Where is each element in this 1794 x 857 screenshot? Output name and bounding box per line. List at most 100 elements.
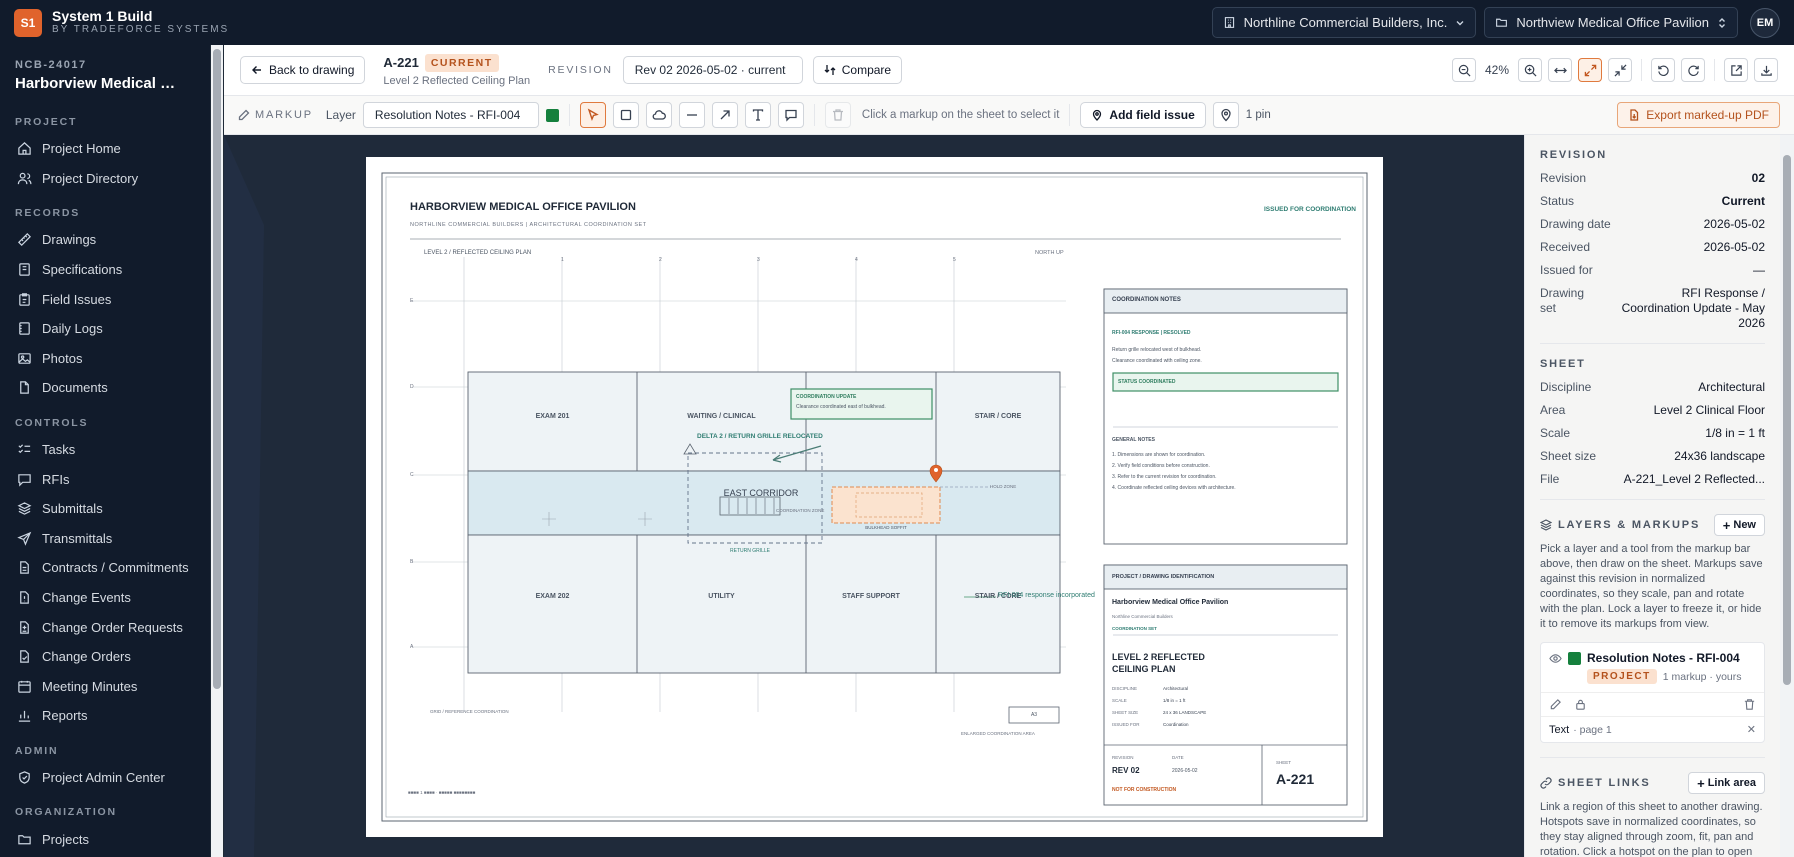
arrow-tool[interactable] <box>711 102 738 128</box>
collapse-button[interactable] <box>1608 58 1632 82</box>
delete-markup-button[interactable] <box>824 102 851 128</box>
sidebar-item-reports[interactable]: Reports <box>0 701 210 731</box>
layer-color-swatch[interactable] <box>545 108 559 122</box>
user-avatar[interactable]: EM <box>1750 7 1780 38</box>
app-subtitle: BY TRADEFORCE SYSTEMS <box>52 24 230 35</box>
line-tool[interactable] <box>678 102 705 128</box>
book-icon <box>19 263 30 276</box>
title-block-set: COORDINATION SET <box>1112 626 1157 631</box>
text-tool[interactable] <box>744 102 771 128</box>
rotate-right-button[interactable] <box>1681 58 1705 82</box>
panel-scroll-thumb[interactable] <box>1783 155 1791 685</box>
layer-select[interactable]: Resolution Notes - RFI-004 <box>362 102 539 128</box>
export-pdf-button[interactable]: Export marked-up PDF <box>1617 102 1780 128</box>
sidebar-item-label: Field Issues <box>42 291 112 307</box>
toolbar-divider <box>1641 59 1642 81</box>
sidebar-item-rfis[interactable]: RFIs <box>0 464 210 494</box>
lock-icon[interactable] <box>1574 698 1587 711</box>
sidebar-item-submittals[interactable]: Submittals <box>0 494 210 524</box>
sidebar-item-specifications[interactable]: Specifications <box>0 255 210 285</box>
rfi-text-markup[interactable]: RFI-004 response incorporated <box>998 592 1095 599</box>
grid-col-label: 2 <box>659 257 662 263</box>
revision-select[interactable]: Rev 02 2026-05-02 · current <box>622 56 803 84</box>
project-selector[interactable]: Northview Medical Office Pavilion <box>1484 7 1738 38</box>
fit-width-button[interactable] <box>1548 58 1572 82</box>
new-layer-label: New <box>1733 519 1756 531</box>
add-field-issue-button[interactable]: Add field issue <box>1080 102 1206 128</box>
plus-icon: + <box>1722 517 1731 533</box>
drawing-viewer: Back to drawing A-221 CURRENT Level 2 Re… <box>224 45 1794 857</box>
trash-icon[interactable] <box>1743 698 1756 711</box>
title-block-date-label: DATE <box>1172 755 1184 760</box>
toolbar-divider <box>1714 59 1715 81</box>
sidebar-item-drawings[interactable]: Drawings <box>0 225 210 255</box>
folder-icon <box>18 834 31 844</box>
sidebar-item-photos[interactable]: Photos <box>0 344 210 374</box>
markup-page: · page 1 <box>1573 723 1612 736</box>
drawing-date-key: Drawing date <box>1540 217 1611 231</box>
sidebar-item-projects[interactable]: Projects <box>0 824 210 854</box>
layer-markup-item[interactable]: Text · page 1 ✕ <box>1541 716 1764 742</box>
sheet-section-title: SHEET <box>1540 358 1586 370</box>
drawing-canvas[interactable]: ■■■■ 1 ■■■■ · ■■■■■ ■■■■■■■■ HARBORVIEW … <box>224 135 1524 857</box>
panel-divider <box>1540 343 1765 344</box>
company-selector[interactable]: Northline Commercial Builders, Inc. <box>1211 7 1477 38</box>
area-value: Level 2 Clinical Floor <box>1653 403 1765 417</box>
open-external-button[interactable] <box>1724 58 1748 82</box>
sidebar-item-project-admin-center[interactable]: Project Admin Center <box>0 763 210 793</box>
image-icon <box>18 353 31 364</box>
pencil-icon[interactable] <box>1549 698 1562 711</box>
sidebar-item-documents[interactable]: Documents <box>0 373 210 403</box>
link-icon <box>1540 777 1552 789</box>
select-tool[interactable] <box>579 102 606 128</box>
general-note: 3. Refer to the current revision for coo… <box>1112 474 1217 480</box>
top-bar: S1 System 1 Build BY TRADEFORCE SYSTEMS … <box>0 0 1794 45</box>
sidebar-item-daily-logs[interactable]: Daily Logs <box>0 314 210 344</box>
rotate-left-button[interactable] <box>1651 58 1675 82</box>
links-title-text: SHEET LINKS <box>1558 777 1651 789</box>
app-logo[interactable]: S1 <box>14 8 42 37</box>
fit-page-button[interactable] <box>1578 58 1602 82</box>
scale-value: 1/8 in = 1 ft <box>1705 426 1765 440</box>
close-icon[interactable]: ✕ <box>1747 723 1756 736</box>
sidebar-item-contracts[interactable]: Contracts / Commitments <box>0 553 210 583</box>
layer-card[interactable]: Resolution Notes - RFI-004 PROJECT 1 mar… <box>1540 642 1765 743</box>
zoom-in-button[interactable] <box>1518 58 1542 82</box>
sidebar-scrollbar[interactable] <box>211 45 223 857</box>
sidebar-item-meeting-minutes[interactable]: Meeting Minutes <box>0 672 210 702</box>
callout-tool[interactable] <box>777 102 804 128</box>
sidebar-section-controls: CONTROLS <box>15 416 89 429</box>
status-row: Status Current <box>1540 190 1765 213</box>
cloud-tool[interactable] <box>645 102 672 128</box>
sidebar-item-transmittals[interactable]: Transmittals <box>0 524 210 554</box>
sidebar-scroll-thumb[interactable] <box>213 49 221 689</box>
panel-scrollbar[interactable] <box>1780 135 1794 857</box>
sidebar-item-label: Meeting Minutes <box>42 678 138 694</box>
ruler-icon <box>18 233 31 247</box>
eye-icon[interactable] <box>1549 652 1562 665</box>
sidebar-item-change-events[interactable]: Change Events <box>0 583 210 613</box>
zoom-out-button[interactable] <box>1452 58 1476 82</box>
sidebar-item-tasks[interactable]: Tasks <box>0 435 210 465</box>
sidebar-item-project-directory[interactable]: Project Directory <box>0 164 210 194</box>
link-area-button[interactable]: + Link area <box>1688 772 1765 794</box>
send-icon <box>17 531 32 546</box>
rectangle-tool[interactable] <box>612 102 639 128</box>
minus-icon <box>686 114 697 116</box>
sidebar-item-project-home[interactable]: Project Home <box>0 134 210 164</box>
file-value[interactable]: A-221_Level 2 Reflected... <box>1624 472 1765 487</box>
sidebar-item-field-issues[interactable]: Field Issues <box>0 284 210 314</box>
compare-label: Compare <box>841 63 892 77</box>
title-block-header: PROJECT / DRAWING IDENTIFICATION <box>1112 574 1215 580</box>
sidebar-item-change-order-requests[interactable]: Change Order Requests <box>0 612 210 642</box>
chevron-updown-icon <box>1719 17 1725 28</box>
drawing-set-key: Drawing set <box>1540 286 1585 315</box>
building-icon <box>1224 17 1234 28</box>
sidebar-item-change-orders[interactable]: Change Orders <box>0 642 210 672</box>
new-layer-button[interactable]: + New <box>1713 514 1765 536</box>
pin-visibility-toggle[interactable] <box>1212 102 1239 128</box>
compare-button[interactable]: Compare <box>812 56 903 84</box>
download-button[interactable] <box>1754 58 1778 82</box>
back-to-drawing-button[interactable]: Back to drawing <box>240 56 366 84</box>
drawing-sheet[interactable]: ■■■■ 1 ■■■■ · ■■■■■ ■■■■■■■■ HARBORVIEW … <box>366 157 1383 837</box>
